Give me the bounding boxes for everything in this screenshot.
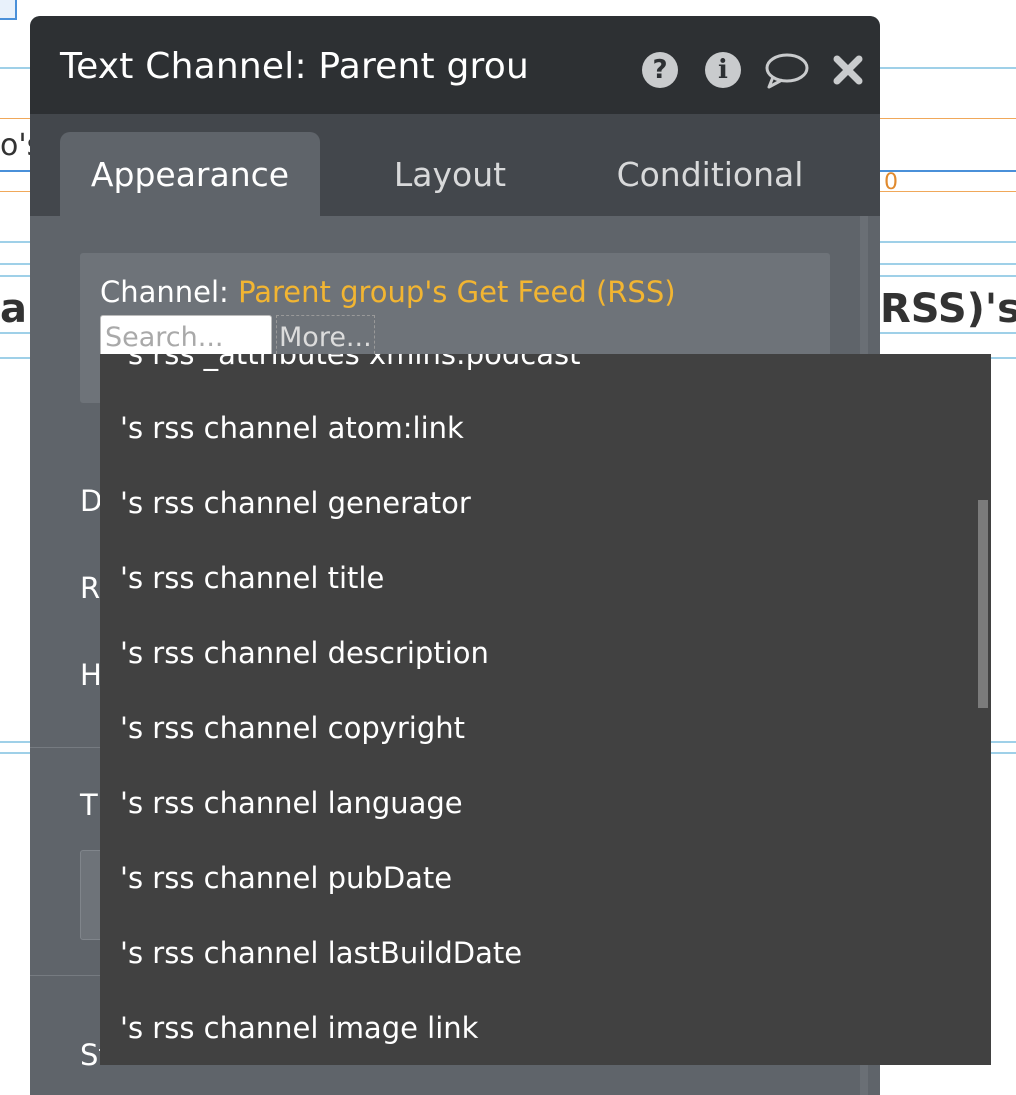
property-label-d: D [80, 484, 103, 518]
expression-dropdown: 's rss _attributes xmlns:podcast 's rss … [100, 354, 991, 1065]
dropdown-item[interactable]: 's rss channel generator [120, 486, 471, 520]
tab-conditional[interactable]: Conditional [580, 132, 840, 216]
panel-header[interactable]: Text Channel: Parent grou ? i [30, 16, 880, 114]
dropdown-item[interactable]: 's rss channel language [120, 786, 463, 820]
dropdown-item[interactable]: 's rss channel title [120, 561, 384, 595]
property-label-r: R [80, 571, 101, 605]
help-icon[interactable]: ? [640, 50, 680, 90]
canvas-text-snippet: o's [0, 128, 30, 163]
more-button[interactable]: More... [276, 315, 375, 359]
property-label-h: H [80, 658, 102, 692]
comment-icon[interactable] [763, 50, 811, 90]
canvas-number: 0 [884, 170, 898, 195]
dropdown-item[interactable]: 's rss channel copyright [120, 711, 465, 745]
dropdown-item[interactable]: 's rss channel atom:link [120, 411, 464, 445]
channel-expression-value[interactable]: Parent group's Get Feed (RSS) [238, 275, 675, 309]
tab-appearance[interactable]: Appearance [60, 132, 320, 216]
dropdown-item[interactable]: 's rss channel image link [120, 1011, 478, 1045]
property-label-t: T [80, 788, 98, 822]
dropdown-item[interactable]: 's rss channel pubDate [120, 861, 452, 895]
info-icon[interactable]: i [703, 50, 743, 90]
dropdown-item[interactable]: 's rss channel lastBuildDate [120, 936, 522, 970]
panel-title: Text Channel: Parent grou [60, 46, 530, 87]
tab-bar: Appearance Layout Conditional [30, 114, 880, 216]
canvas-heading-fragment-right: RSS)'s [880, 286, 1016, 332]
dropdown-item[interactable]: 's rss channel description [120, 636, 489, 670]
dropdown-item[interactable]: 's rss _attributes xmlns:podcast [120, 354, 580, 371]
close-icon[interactable] [828, 50, 868, 90]
expression-search-input[interactable] [100, 315, 272, 359]
dropdown-scrollbar[interactable] [978, 500, 988, 708]
canvas-heading-fragment-left: ar [0, 286, 30, 332]
canvas-checkbox[interactable] [0, 0, 17, 20]
tab-layout[interactable]: Layout [320, 132, 580, 216]
channel-field-label: Channel: Parent group's Get Feed (RSS) [100, 275, 676, 309]
